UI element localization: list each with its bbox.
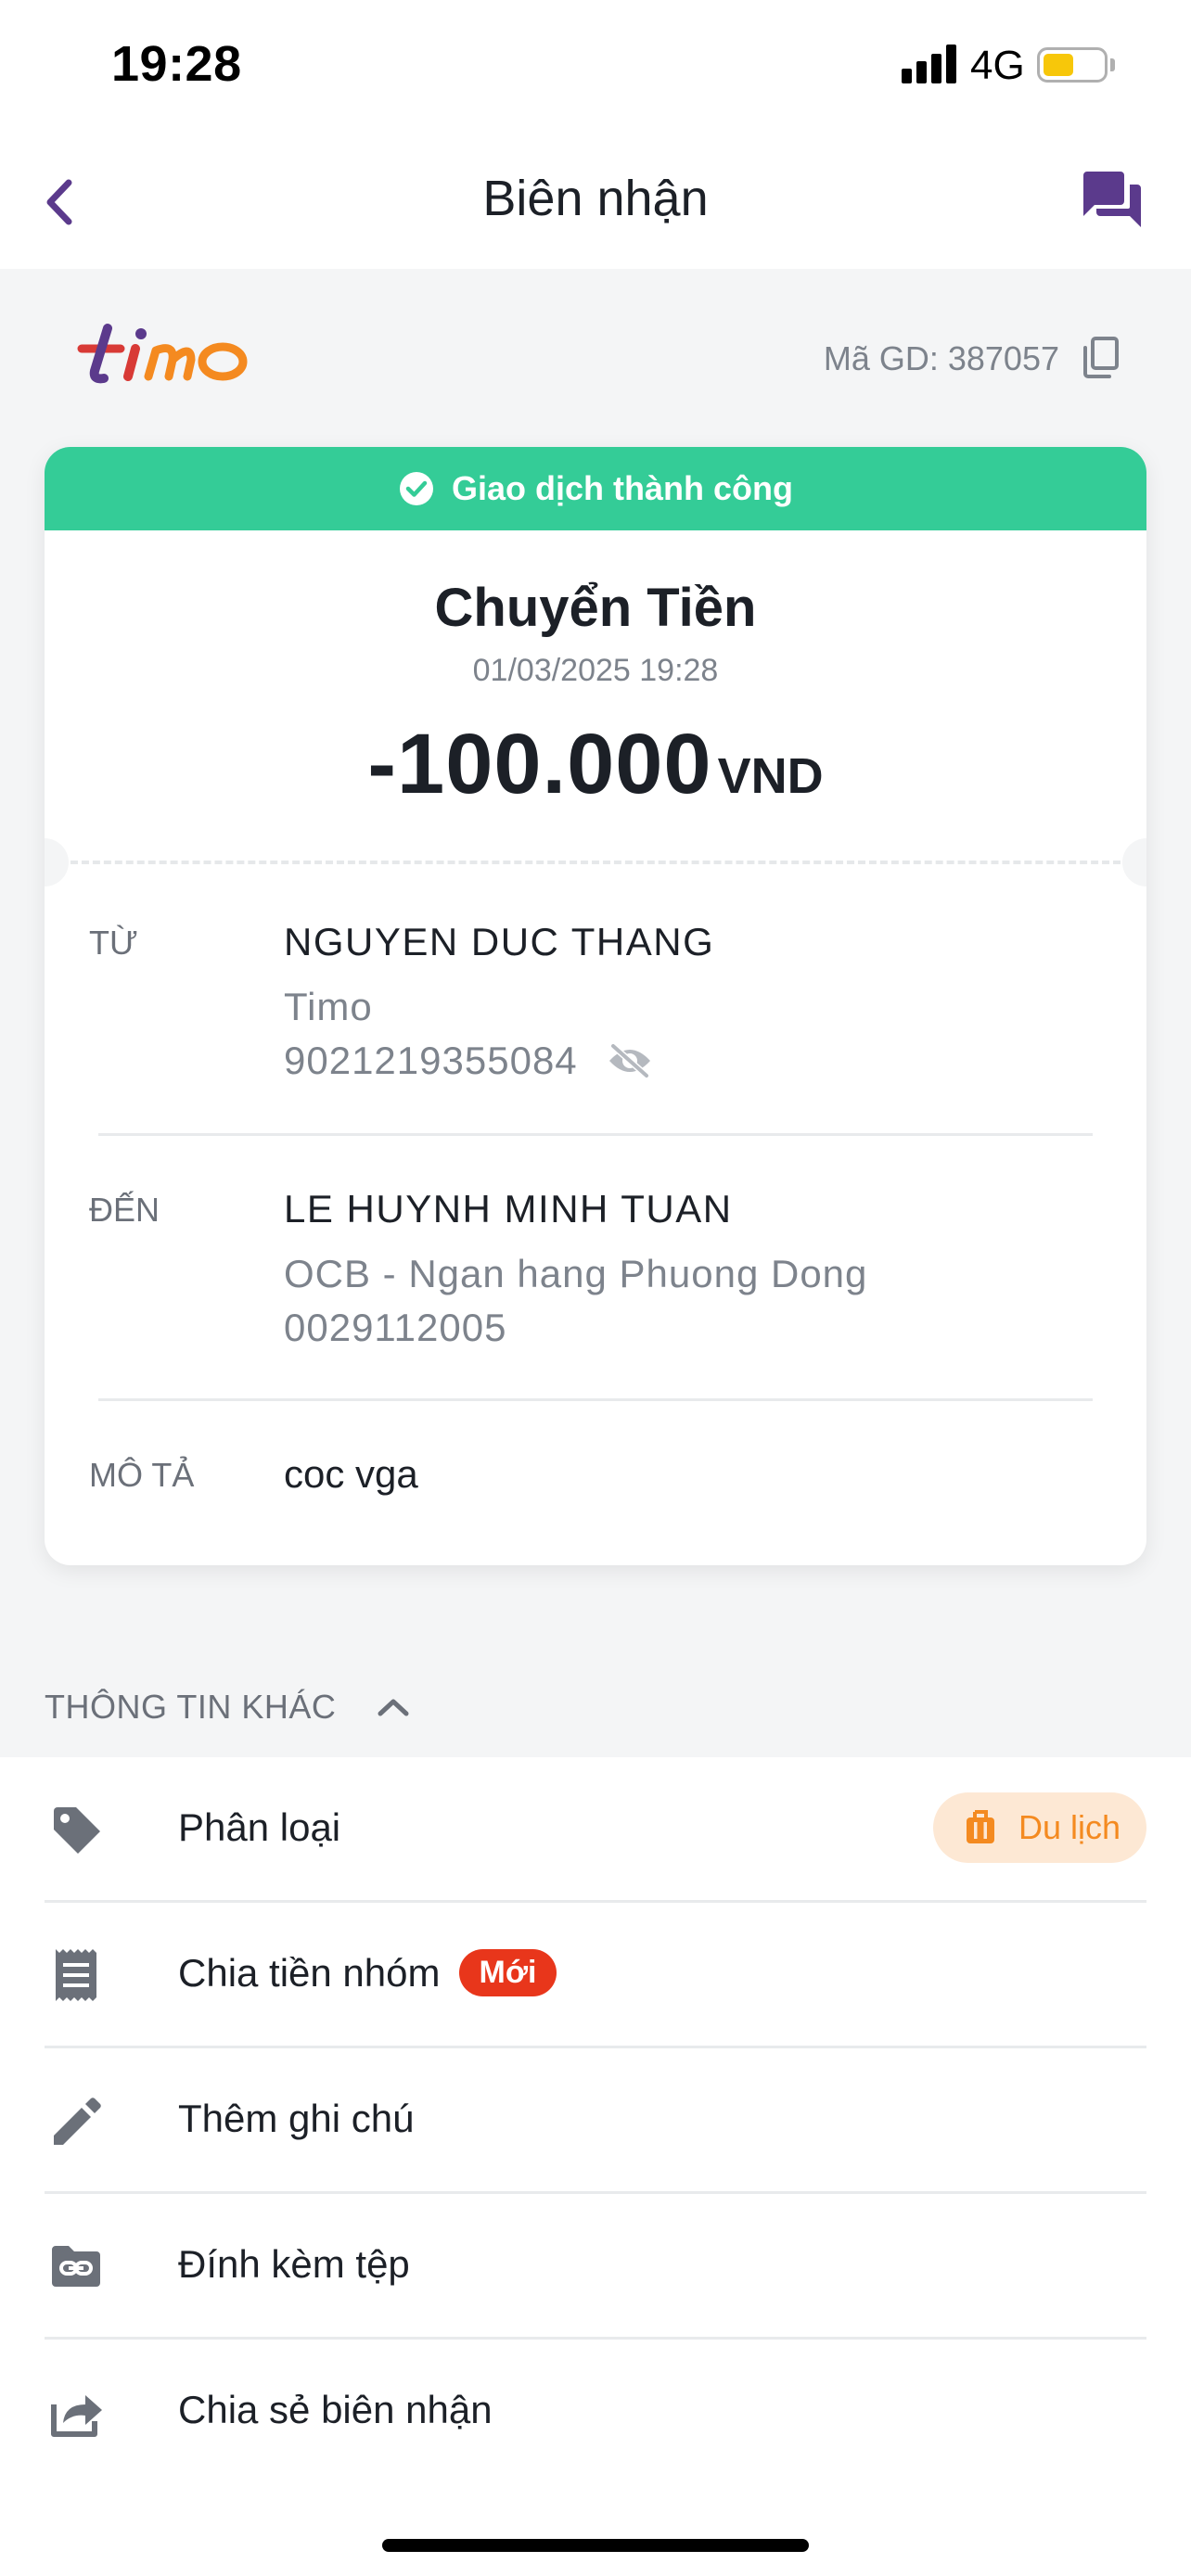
other-info-toggle[interactable]: THÔNG TIN KHÁC (45, 1688, 414, 1727)
other-info-menu: Phân loại Du lịch Chia tiền nhóm Mới Thê… (0, 1757, 1191, 2576)
sender-account-number: 9021219355084 (284, 1039, 578, 1082)
perforation-divider (70, 861, 1121, 864)
folder-link-icon (52, 2246, 100, 2287)
status-time: 19:28 (111, 36, 242, 92)
tag-icon (54, 1807, 100, 1854)
other-info-header: THÔNG TIN KHÁC (45, 1688, 337, 1726)
sender-account: 9021219355084 (284, 1039, 714, 1083)
description-label: MÔ TẢ (89, 1456, 195, 1494)
recipient-account: 0029112005 (284, 1306, 507, 1349)
divider (98, 1398, 1093, 1401)
from-details: NGUYEN DUC THANG Timo 9021219355084 (284, 920, 714, 1083)
share-icon (51, 2395, 102, 2437)
category-tag[interactable]: Du lịch (932, 1792, 1146, 1863)
description-details: coc vga (284, 1452, 418, 1497)
home-indicator[interactable] (382, 2539, 809, 2552)
split-bill-label: Chia tiền nhóm Mới (178, 1949, 557, 1999)
battery-icon (1037, 47, 1108, 83)
luggage-icon (966, 1810, 994, 1843)
recipient-bank: OCB - Ngan hang Phuong Dong (284, 1252, 868, 1295)
transaction-type: Chuyển Tiền (434, 578, 757, 638)
receipt-icon (56, 1949, 96, 2001)
copy-button[interactable] (1082, 337, 1121, 379)
chevron-up-icon (378, 1699, 409, 1716)
pencil-icon (54, 2098, 101, 2145)
from-label: TỪ (89, 924, 138, 962)
transaction-datetime: 01/03/2025 19:28 (472, 653, 719, 688)
brand-row: Mã GD: 387057 (0, 269, 1191, 445)
transaction-id: Mã GD: 387057 (823, 339, 1059, 377)
category-item[interactable]: Phân loại Du lịch (45, 1757, 1146, 1903)
page-title: Biên nhận (482, 171, 709, 226)
chat-button[interactable] (1080, 168, 1145, 233)
attach-file-label: Đính kèm tệp (178, 2242, 410, 2286)
status-text: Giao dịch thành công (452, 469, 793, 507)
nav-bar: Biên nhận (0, 134, 1191, 269)
split-bill-text: Chia tiền nhóm (178, 1951, 441, 1995)
notch-right (1122, 838, 1146, 886)
chat-icon (1082, 172, 1141, 227)
description-text: coc vga (284, 1452, 418, 1496)
attach-file-item[interactable]: Đính kèm tệp (45, 2194, 1146, 2340)
new-badge: Mới (458, 1949, 557, 1997)
battery-tip (1110, 58, 1115, 71)
add-note-item[interactable]: Thêm ghi chú (45, 2048, 1146, 2194)
transaction-amount: -100.000 VND (45, 716, 1146, 813)
category-label: Phân loại (178, 1805, 341, 1849)
to-details: LE HUYNH MINH TUAN OCB - Ngan hang Phuon… (284, 1187, 867, 1350)
amount-value: -100.000 (367, 717, 712, 811)
copy-icon (1083, 337, 1119, 378)
eye-off-icon[interactable] (606, 1042, 654, 1079)
recipient-name: LE HUYNH MINH TUAN (284, 1187, 733, 1231)
add-note-label: Thêm ghi chú (178, 2097, 415, 2140)
network-type: 4G (970, 43, 1025, 88)
success-banner: Giao dịch thành công (45, 447, 1146, 530)
status-bar: 19:28 4G (0, 0, 1191, 134)
amount-currency: VND (717, 748, 824, 804)
share-receipt-label: Chia sẻ biên nhận (178, 2388, 493, 2431)
sender-bank: Timo (284, 985, 373, 1028)
to-label: ĐẾN (89, 1191, 160, 1229)
sender-name: NGUYEN DUC THANG (284, 920, 715, 963)
split-bill-item[interactable]: Chia tiền nhóm Mới (45, 1903, 1146, 2048)
share-receipt-item[interactable]: Chia sẻ biên nhận (45, 2340, 1146, 2485)
timo-logo (77, 324, 248, 384)
receipt-card: Giao dịch thành công Chuyển Tiền 01/03/2… (45, 447, 1146, 1565)
category-tag-label: Du lịch (1018, 1808, 1121, 1846)
check-circle-icon (400, 472, 433, 505)
divider (98, 1133, 1093, 1136)
signal-icon (902, 45, 959, 83)
notch-left (45, 838, 69, 886)
